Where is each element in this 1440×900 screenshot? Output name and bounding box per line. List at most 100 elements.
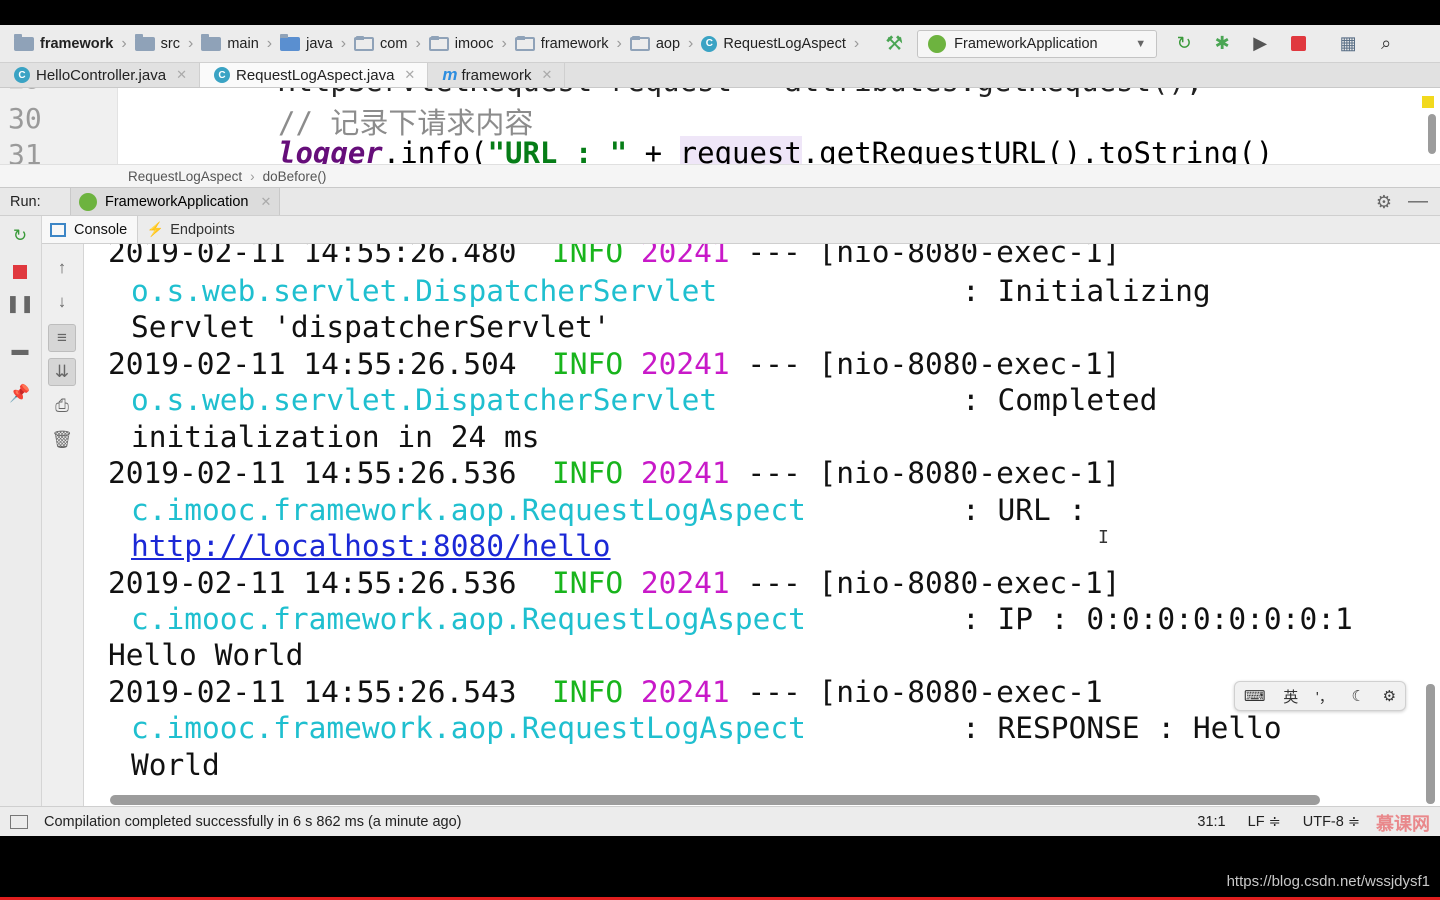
log-message: initialization in 24 ms xyxy=(131,420,540,454)
build-hammer-icon[interactable]: ⚒ xyxy=(885,31,903,56)
debug-bug-icon[interactable]: ✱ xyxy=(1211,33,1233,55)
breadcrumb-method[interactable]: doBefore() xyxy=(263,169,327,184)
close-icon[interactable]: ✕ xyxy=(541,67,552,83)
log-line: 2019-02-11 14:55:26.480 INFO 20241 --- [… xyxy=(108,244,1121,269)
tab-endpoints[interactable]: ⚡ Endpoints xyxy=(138,216,245,243)
arrow-down-icon[interactable]: ↓ xyxy=(48,288,76,316)
search-icon[interactable]: ⌕ xyxy=(1375,33,1397,55)
log-message: : URL : xyxy=(962,493,1087,527)
gear-icon[interactable]: ⚙ xyxy=(1383,687,1396,705)
pause-icon[interactable]: ❚❚ xyxy=(6,290,35,318)
chevron-right-icon: › xyxy=(266,34,273,52)
run-config-select[interactable]: FrameworkApplication ▼ xyxy=(917,29,1158,58)
endpoints-icon: ⚡ xyxy=(146,221,164,237)
spring-boot-icon xyxy=(928,34,947,53)
run-panel-header: Run: FrameworkApplication ✕ ⚙ — xyxy=(0,187,1440,216)
crumb-class[interactable]: C RequestLogAspect › xyxy=(701,25,867,62)
pin-icon[interactable]: 📌 xyxy=(6,380,34,408)
soft-wrap-icon[interactable]: ≡ xyxy=(48,324,76,352)
tab-console[interactable]: Console xyxy=(42,216,139,243)
log-message: : Initializing xyxy=(962,274,1211,308)
code-editor[interactable]: 29 HttpServletRequest request = attribut… xyxy=(0,88,1440,164)
chevron-right-icon: › xyxy=(121,34,127,52)
console-icon xyxy=(50,222,66,237)
chevron-right-icon: › xyxy=(853,34,860,52)
console-tabs: Console ⚡ Endpoints xyxy=(42,216,1440,244)
ime-language[interactable]: 英 xyxy=(1283,686,1298,707)
moon-icon[interactable]: ☾ xyxy=(1352,687,1365,705)
stop-icon[interactable] xyxy=(6,258,34,286)
crumb-src[interactable]: src › xyxy=(134,25,202,62)
crumb-com[interactable]: com › xyxy=(354,25,429,62)
class-icon: C xyxy=(701,35,718,52)
chevron-right-icon: › xyxy=(616,34,622,52)
print-icon[interactable]: ⎙ xyxy=(48,392,76,420)
run-tab-frameworkapplication[interactable]: FrameworkApplication ✕ xyxy=(70,188,281,215)
status-bar: Compilation completed successfully in 6 … xyxy=(0,806,1440,836)
arrow-up-icon[interactable]: ↑ xyxy=(48,254,76,282)
file-encoding[interactable]: UTF-8 ≑ xyxy=(1303,814,1360,830)
chevron-right-icon: › xyxy=(501,34,507,52)
keyboard-icon[interactable]: ⌨ xyxy=(1244,687,1266,705)
log-message: World xyxy=(131,748,220,782)
chevron-right-icon: › xyxy=(340,34,347,52)
stop-icon[interactable] xyxy=(1287,33,1309,55)
tab-hellocontroller[interactable]: C HelloController.java ✕ xyxy=(0,63,200,87)
log-logger: o.s.web.servlet.DispatcherServlet xyxy=(131,383,718,417)
log-line: 2019-02-11 14:55:26.543 INFO 20241 --- [… xyxy=(108,675,1103,709)
editor-breadcrumb: RequestLogAspect › doBefore() xyxy=(0,164,1440,187)
imooc-logo: 慕课网 xyxy=(1376,814,1430,834)
log-message: : Completed xyxy=(962,383,1158,417)
code-line-29: HttpServletRequest request = attributes.… xyxy=(278,88,1203,98)
package-icon xyxy=(428,35,449,51)
close-icon[interactable]: ✕ xyxy=(260,194,271,210)
log-logger: o.s.web.servlet.DispatcherServlet xyxy=(131,274,718,308)
warning-marker[interactable] xyxy=(1422,96,1434,108)
console-output[interactable]: 2019-02-11 14:55:26.480 INFO 20241 --- [… xyxy=(84,244,1440,806)
crumb-java[interactable]: java › xyxy=(280,25,354,62)
trash-icon[interactable]: 🗑 xyxy=(48,426,76,454)
status-indicators: 31:1 LF ≑ UTF-8 ≑ xyxy=(1197,814,1360,830)
rerun-icon[interactable]: ↻ xyxy=(1173,33,1195,55)
line-number: 31 xyxy=(8,138,42,164)
crumb-aop[interactable]: aop › xyxy=(629,25,702,62)
crumb-imooc[interactable]: imooc › xyxy=(428,25,515,62)
console-toolbar: ↑ ↓ ≡ ⇊ ⎙ 🗑 xyxy=(42,244,84,806)
console-vertical-scrollbar[interactable] xyxy=(1426,684,1435,804)
console-horizontal-scrollbar[interactable] xyxy=(110,795,1320,805)
folder-icon xyxy=(201,33,222,51)
run-coverage-icon[interactable]: ▶ xyxy=(1249,33,1271,55)
folder-icon xyxy=(280,33,301,51)
status-message: Compilation completed successfully in 6 … xyxy=(44,813,462,830)
line-number: 30 xyxy=(8,102,42,135)
toggle-tool-windows-icon[interactable] xyxy=(10,814,28,829)
tab-requestlogaspect[interactable]: C RequestLogAspect.java ✕ xyxy=(199,63,429,87)
scroll-to-end-icon[interactable]: ⇊ xyxy=(48,358,76,386)
crumb-framework[interactable]: framework › xyxy=(514,25,630,62)
caret-position[interactable]: 31:1 xyxy=(1197,814,1225,830)
crumb-project[interactable]: framework › xyxy=(14,25,135,62)
url-link[interactable]: http://localhost:8080/hello xyxy=(131,528,611,564)
crumb-main[interactable]: main › xyxy=(201,25,280,62)
gear-icon[interactable]: ⚙ xyxy=(1376,192,1392,213)
chevron-right-icon: › xyxy=(415,34,421,52)
navigation-bar: framework › src › main › java › com › imooc › … xyxy=(0,25,1440,63)
breadcrumb-class[interactable]: RequestLogAspect xyxy=(128,169,242,184)
close-icon[interactable]: ✕ xyxy=(404,67,415,83)
class-icon: C xyxy=(213,67,230,83)
close-icon[interactable]: ✕ xyxy=(176,67,187,83)
package-icon xyxy=(354,35,375,51)
minimize-icon[interactable]: — xyxy=(1408,190,1428,213)
editor-scrollbar[interactable] xyxy=(1428,114,1436,154)
rerun-icon[interactable]: ↻ xyxy=(6,222,34,250)
tab-framework[interactable]: m framework ✕ xyxy=(428,63,566,87)
line-separator[interactable]: LF ≑ xyxy=(1248,814,1281,830)
video-bottom-bar xyxy=(0,836,1440,900)
chevron-right-icon: › xyxy=(250,168,255,184)
log-logger: c.imooc.framework.aop.RequestLogAspect xyxy=(131,711,806,745)
project-structure-icon[interactable]: ▦ xyxy=(1337,33,1359,55)
ime-punctuation[interactable]: '， xyxy=(1316,686,1334,707)
log-line: 2019-02-11 14:55:26.504 INFO 20241 --- [… xyxy=(108,347,1121,381)
layout-icon[interactable]: ▬ xyxy=(6,336,34,364)
folder-icon xyxy=(134,33,155,51)
